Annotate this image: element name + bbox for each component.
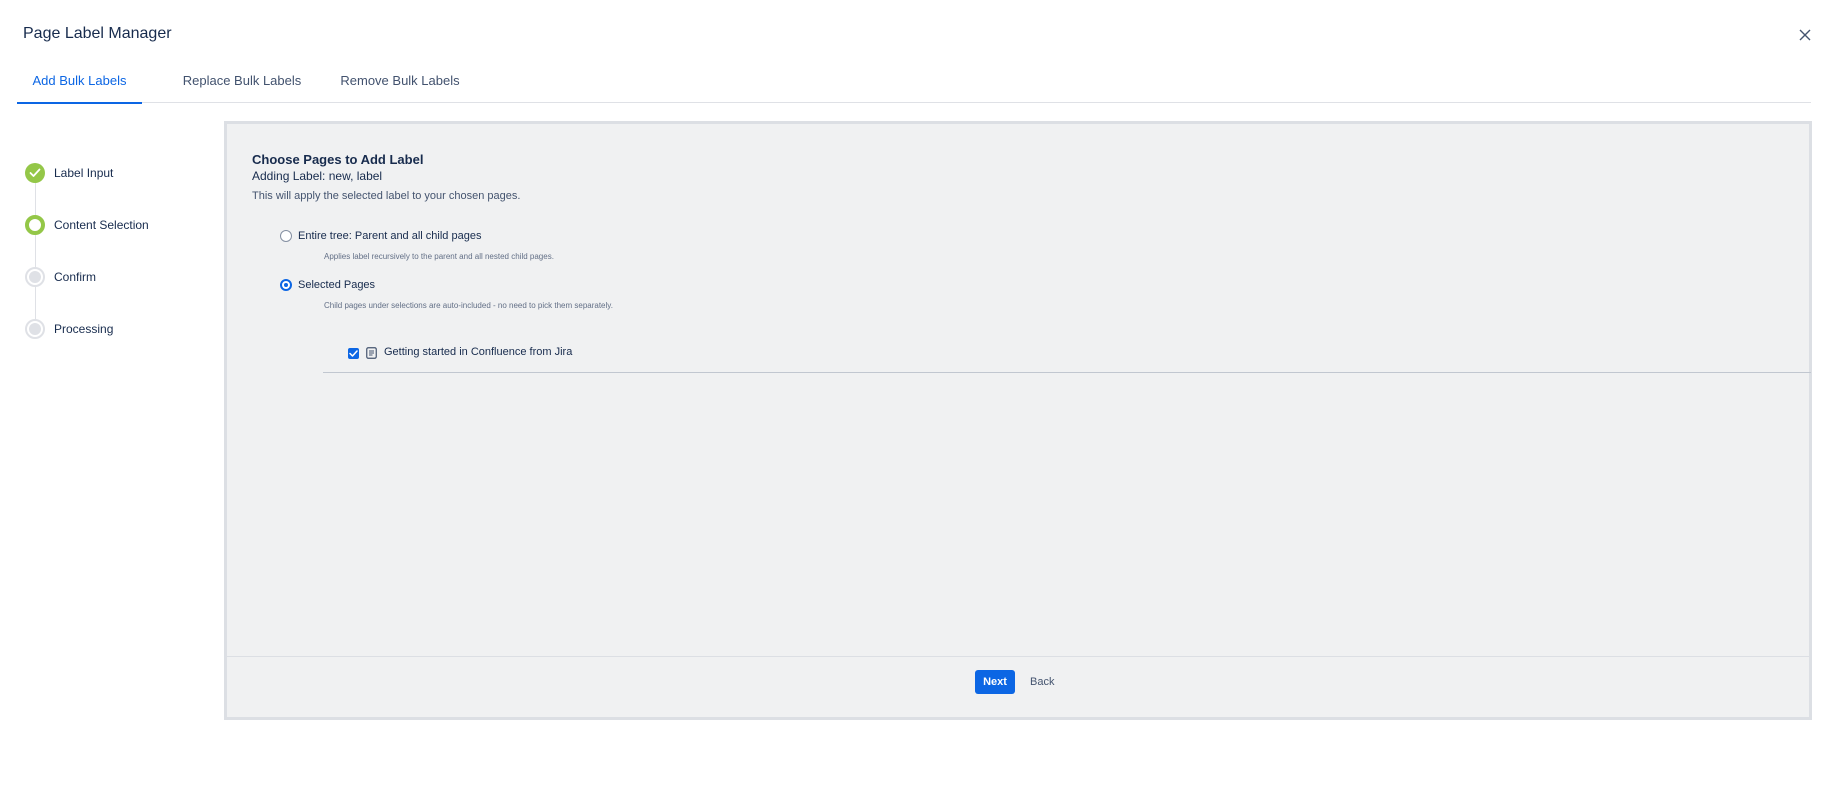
radio-selected-pages[interactable]: Selected Pages (280, 279, 375, 291)
page-checkbox[interactable] (348, 348, 359, 359)
app-title: Page Label Manager (23, 25, 172, 42)
step-label: Confirm (54, 270, 97, 284)
panel-description: This will apply the selected label to yo… (252, 190, 521, 202)
next-button[interactable]: Next (975, 670, 1015, 694)
check-circle-icon (25, 163, 45, 183)
radio-button[interactable] (280, 279, 292, 291)
panel-heading: Choose Pages to Add Label (252, 152, 424, 167)
close-icon (1799, 29, 1811, 41)
page-icon (366, 347, 377, 359)
radio-entire-tree[interactable]: Entire tree: Parent and all child pages (280, 230, 481, 242)
page-list-item: Getting started in Confluence from Jira (323, 346, 1811, 373)
step-label: Label Input (54, 166, 114, 180)
step-content-selection: Content Selection (25, 214, 149, 236)
current-step-ring-icon (25, 215, 45, 235)
radio-help-text: Child pages under selections are auto-in… (324, 301, 613, 310)
step-label: Processing (54, 322, 114, 336)
back-button[interactable]: Back (1024, 670, 1060, 694)
pending-step-icon (25, 319, 45, 339)
step-processing: Processing (25, 318, 113, 340)
page-title: Getting started in Confluence from Jira (384, 346, 573, 358)
tab-replace-bulk-labels[interactable]: Replace Bulk Labels (172, 60, 312, 103)
checkmark-icon (349, 350, 358, 357)
tab-add-bulk-labels[interactable]: Add Bulk Labels (17, 60, 142, 104)
radio-label: Selected Pages (298, 279, 376, 291)
step-label-input: Label Input (25, 162, 113, 184)
panel-footer (227, 656, 1809, 717)
pending-step-icon (25, 267, 45, 287)
step-confirm: Confirm (25, 266, 96, 288)
step-label: Content Selection (54, 218, 149, 232)
close-button[interactable] (1796, 26, 1814, 44)
content-selection-panel: Choose Pages to Add Label Adding Label: … (224, 121, 1812, 720)
step-connector (35, 182, 36, 338)
adding-label-text: Adding Label: new, label (252, 169, 383, 183)
tab-bar: Add Bulk Labels Replace Bulk Labels Remo… (17, 60, 1811, 104)
radio-label: Entire tree: Parent and all child pages (298, 230, 482, 242)
radio-button[interactable] (280, 230, 292, 242)
tab-remove-bulk-labels[interactable]: Remove Bulk Labels (327, 60, 473, 103)
radio-help-text: Applies label recursively to the parent … (324, 252, 554, 261)
